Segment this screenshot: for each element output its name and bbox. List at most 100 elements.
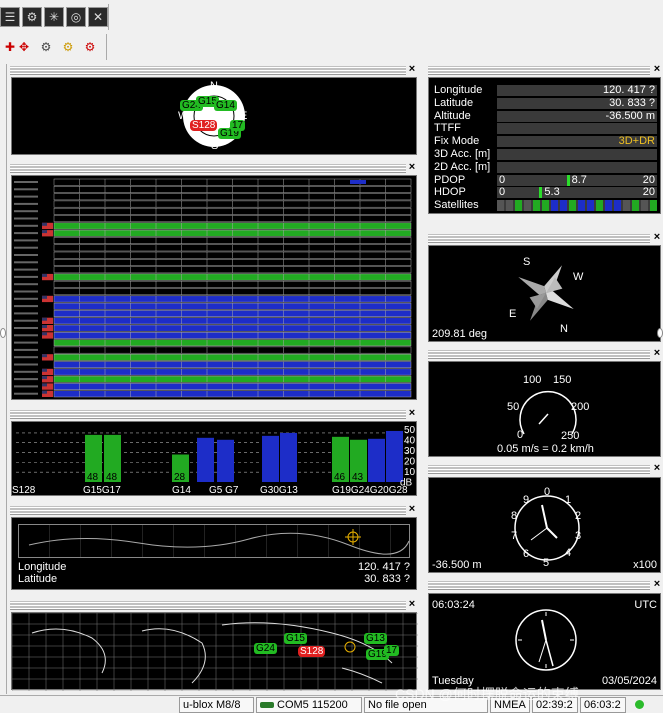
world-map-grid xyxy=(12,613,418,691)
dop-value: 8.7 xyxy=(571,173,587,186)
globe-icon[interactable]: ◎ xyxy=(66,7,86,27)
satellite-indicator xyxy=(506,200,513,212)
sky-view-panel: N S E W G24 G15 G14 S128 G19 17 xyxy=(11,77,417,155)
signal-chart: 48 48 28 46 435040302010dBS128 G15G17 G14 G5 G7… xyxy=(12,425,416,496)
nav-label: Altitude xyxy=(434,109,471,122)
row-label xyxy=(14,378,38,381)
signal-chart-panel: 48 48 28 46 43 50 40 30 20 10 dB S128 G15G17 G14 G5 G7… xyxy=(11,421,417,496)
x-tick-label: G14 xyxy=(172,485,191,496)
altitude-value: -36.500 m xyxy=(432,559,482,571)
sat-level xyxy=(350,180,366,184)
y-tick-label: 20 xyxy=(404,457,416,468)
list-icon[interactable]: ☰ xyxy=(0,7,20,27)
close-icon[interactable]: × xyxy=(651,579,663,590)
alt-tick: 0 xyxy=(544,486,551,498)
watermark: CSDN @何时摆脱命运的束缚 xyxy=(395,686,579,702)
map-sat: G15 xyxy=(284,633,307,644)
chart-icon[interactable]: ✕ xyxy=(88,7,108,27)
close-icon[interactable]: × xyxy=(406,64,418,75)
nav-label: TTFF xyxy=(434,122,461,135)
compass-e: E xyxy=(509,308,517,320)
x-tick-label: G15G17 xyxy=(83,485,121,496)
coastline xyxy=(31,622,393,684)
nav-value-box xyxy=(497,149,657,160)
move-icon[interactable]: ✥ xyxy=(14,37,34,57)
heading-panel: S W E N 209.81 deg xyxy=(428,245,661,342)
close-icon[interactable]: × xyxy=(406,599,418,610)
clock-time: 06:03:24 xyxy=(432,599,475,611)
satellite-indicator xyxy=(614,200,621,212)
gear-yellow-icon[interactable]: ⚙ xyxy=(58,37,78,57)
speed-tick: 50 xyxy=(507,401,520,413)
row-label xyxy=(14,261,38,264)
close-icon[interactable]: × xyxy=(651,348,663,359)
satellite-grid xyxy=(14,178,412,398)
clock-panel: 06:03:24 UTC Tuesday 03/05/2024 xyxy=(428,593,661,690)
alt-tick: 4 xyxy=(565,547,572,559)
satellite-icon[interactable]: ✳ xyxy=(44,7,64,27)
flag-icon xyxy=(42,376,47,380)
close-icon[interactable]: × xyxy=(406,408,418,419)
receiver-status: u-blox M8/8 xyxy=(179,697,254,713)
altimeter-panel: 0 1 2 3 4 5 6 7 8 9 -36.500 m x100 xyxy=(428,477,661,573)
time-status-2: 06:03:2 xyxy=(580,697,626,713)
satellite-indicator xyxy=(560,200,567,212)
clock-date: 03/05/2024 xyxy=(601,675,657,687)
compass-w: W xyxy=(573,271,584,283)
dop-value: 5.3 xyxy=(544,186,560,199)
dop-max: 20 xyxy=(642,186,655,199)
flag-icon xyxy=(42,230,47,234)
close-icon[interactable]: × xyxy=(651,232,663,243)
gear-red-icon[interactable]: ⚙ xyxy=(80,37,100,57)
close-icon[interactable]: × xyxy=(651,463,663,474)
satellite-indicator xyxy=(569,200,576,212)
close-icon[interactable]: × xyxy=(406,162,418,173)
gear-settings-icon[interactable]: ⚙ xyxy=(36,37,56,57)
alt-tick: 1 xyxy=(565,494,572,506)
close-icon[interactable]: × xyxy=(406,504,418,515)
y-tick-label: 40 xyxy=(404,436,416,447)
flag-icon xyxy=(42,332,47,336)
flag-icon xyxy=(42,222,47,226)
map-sat: G13 xyxy=(364,633,387,644)
flag-icon xyxy=(42,273,47,277)
sky-sat: S128 xyxy=(190,120,218,131)
compass-n: N xyxy=(560,323,568,335)
x-tick-label: S128 xyxy=(12,485,36,496)
satellite-indicator xyxy=(533,200,540,212)
alt-tick: 2 xyxy=(575,510,582,522)
sky-sat: 17 xyxy=(230,120,246,131)
satellite-indicator xyxy=(524,200,531,212)
config-icon[interactable]: ⚙ xyxy=(22,7,42,27)
nav-label: 3D Acc. [m] xyxy=(434,148,491,160)
y-tick-label: 30 xyxy=(404,446,416,457)
nav-value-box xyxy=(497,161,657,173)
row-label xyxy=(14,217,38,220)
bar-value-label: 48 xyxy=(87,472,99,483)
row-label xyxy=(14,224,38,227)
satellite-indicator xyxy=(632,200,639,212)
map-longitude-value: 120. 417 ? xyxy=(358,561,410,573)
alt-tick: 7 xyxy=(511,530,518,542)
nav-value-box xyxy=(497,187,657,199)
x-tick-label: G30G13 xyxy=(260,485,298,496)
nav-label: 2D Acc. [m] xyxy=(434,160,491,173)
map-latitude-value: 30. 833 ? xyxy=(364,573,410,585)
splitter-handle[interactable] xyxy=(657,328,663,338)
position-map-panel: Longitude Latitude 120. 417 ? 30. 833 ? xyxy=(11,517,417,590)
speed-tick: 250 xyxy=(561,430,580,442)
world-map-strip xyxy=(18,524,410,558)
sky-sat: G14 xyxy=(214,100,237,111)
nav-label: PDOP xyxy=(434,173,466,186)
row-label xyxy=(14,348,38,351)
splitter-handle[interactable] xyxy=(0,328,6,338)
speed-tick: 100 xyxy=(523,374,542,386)
sky-dir-n: N xyxy=(210,80,218,92)
navigation-data-panel: Longitude 120. 417 ? Latitude 30. 833 ? Alti… xyxy=(428,77,661,214)
nav-label: Fix Mode xyxy=(434,135,480,148)
nav-value: 30. 833 ? xyxy=(609,96,655,109)
row-label xyxy=(14,210,38,213)
port-connected-icon xyxy=(260,702,274,708)
speed-value: 0.05 m/s = 0.2 km/h xyxy=(497,443,594,455)
close-icon[interactable]: × xyxy=(651,64,663,75)
